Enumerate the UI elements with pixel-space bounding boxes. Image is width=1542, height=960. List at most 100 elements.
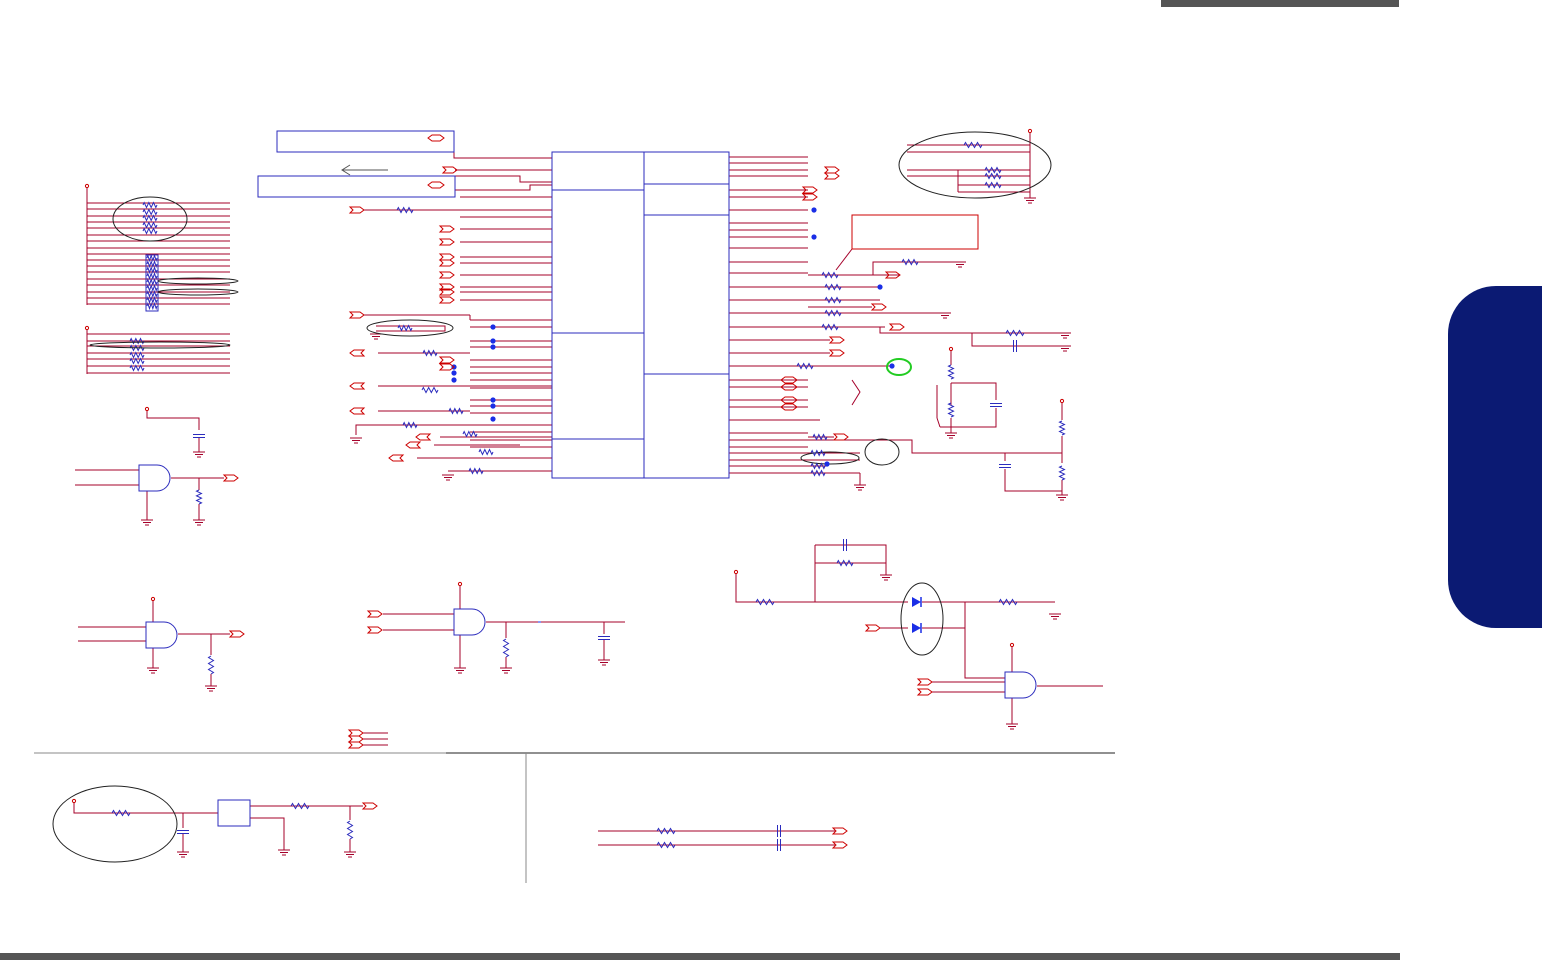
offpage-connector-icon [349, 382, 366, 390]
power-pin-icon [71, 798, 77, 804]
offpage-connector-icon [228, 630, 245, 638]
resistor-icon [346, 820, 354, 840]
resistor-icon [810, 449, 826, 457]
wire [835, 248, 853, 271]
wire [73, 803, 183, 814]
resistor-icon [984, 172, 1002, 180]
wire [815, 544, 887, 575]
offpage-connector-icon [366, 626, 383, 634]
resistor-icon [824, 296, 842, 304]
wire [879, 327, 1065, 334]
wire [936, 417, 941, 428]
resistor-icon [824, 283, 842, 291]
offpage-connector-icon [415, 433, 432, 441]
resistor-icon [1005, 329, 1025, 337]
resistor-icon [146, 277, 158, 287]
highlight-ellipse [898, 131, 1052, 199]
power-pin-icon [84, 325, 90, 331]
junction-dot-icon [811, 207, 817, 213]
offpage-connector-icon [831, 827, 848, 835]
offpage-connector-icon [366, 610, 383, 618]
highlight-ellipse [864, 438, 900, 466]
and-gate-icon [1004, 671, 1037, 699]
offpage-connector-icon [438, 259, 455, 267]
offpage-connector-icon [405, 441, 422, 449]
wire [455, 184, 552, 191]
resistor-icon [402, 421, 418, 429]
resistor-icon [290, 802, 310, 810]
resistor-icon [947, 402, 955, 418]
offpage-connector-icon [438, 253, 455, 261]
wire [146, 411, 200, 430]
resistor-icon [468, 467, 484, 475]
schematic-diagram [34, 128, 1115, 883]
wire [453, 131, 552, 159]
resistor-icon [824, 309, 842, 317]
wire [951, 382, 997, 400]
offpage-connector-icon [349, 349, 366, 357]
offpage-connector-icon [438, 296, 455, 304]
resistor-icon [142, 221, 158, 229]
offpage-connector-icon [441, 166, 458, 174]
resistor-icon [755, 598, 775, 606]
offpage-connector-icon [347, 735, 364, 743]
offpage-connector-icon [832, 433, 849, 441]
regulator-box [217, 799, 251, 827]
junction-dot-icon [451, 370, 457, 376]
resistor-icon [901, 258, 919, 266]
resistor-icon [396, 206, 414, 214]
wire-layer [34, 131, 1115, 883]
chip-body-left [551, 151, 645, 479]
resistor-icon [821, 271, 839, 279]
junction-dot-icon [490, 338, 496, 344]
junction-dot-icon [490, 416, 496, 422]
wire [250, 817, 285, 850]
resistor-icon [502, 638, 510, 658]
power-pin-icon [457, 581, 463, 587]
offpage-connector-icon [438, 356, 455, 364]
resistor-icon [146, 271, 158, 281]
offpage-connector-icon [388, 454, 405, 462]
offpage-connector-icon [823, 172, 840, 180]
diode-icon [912, 623, 921, 633]
resistor-icon [111, 809, 131, 817]
junction-dot-icon [451, 377, 457, 383]
highlight-ellipse [89, 341, 231, 349]
resistor-icon [656, 827, 676, 835]
offpage-connector-icon [864, 624, 881, 632]
note-box [851, 214, 979, 250]
wire [940, 408, 997, 428]
offpage-connector-icon [427, 181, 445, 189]
offpage-connector-icon [916, 688, 933, 696]
resistor-icon [142, 208, 158, 216]
highlight-ellipse [900, 582, 944, 656]
junction-dot-icon [490, 324, 496, 330]
offpage-connector-icon [870, 303, 887, 311]
offpage-connector-icon [438, 238, 455, 246]
resistor-icon [1058, 420, 1066, 436]
offpage-connector-icon [438, 271, 455, 279]
power-pin-icon [1009, 642, 1015, 648]
wire [851, 379, 861, 406]
power-pin-icon [948, 346, 954, 352]
resistor-icon [421, 386, 439, 394]
diode-icon [912, 597, 921, 607]
highlight-ellipse [800, 451, 860, 465]
resistor-icon [984, 181, 1002, 189]
offpage-connector-icon [427, 134, 445, 142]
wire [735, 574, 908, 603]
wire [964, 602, 1005, 679]
junction-dot-icon [811, 234, 817, 240]
offpage-connector-icon [828, 349, 845, 357]
label-block [276, 130, 455, 153]
offpage-connector-icon [828, 336, 845, 344]
wire [355, 424, 552, 435]
power-pin-icon [1059, 398, 1065, 404]
junction-dot-icon [490, 397, 496, 403]
resistor-icon [129, 337, 145, 345]
offpage-connector-icon [361, 802, 378, 810]
and-gate-icon [453, 608, 486, 636]
offpage-connector-icon [438, 225, 455, 233]
wire [1004, 469, 1062, 492]
resistor-icon [448, 407, 464, 415]
